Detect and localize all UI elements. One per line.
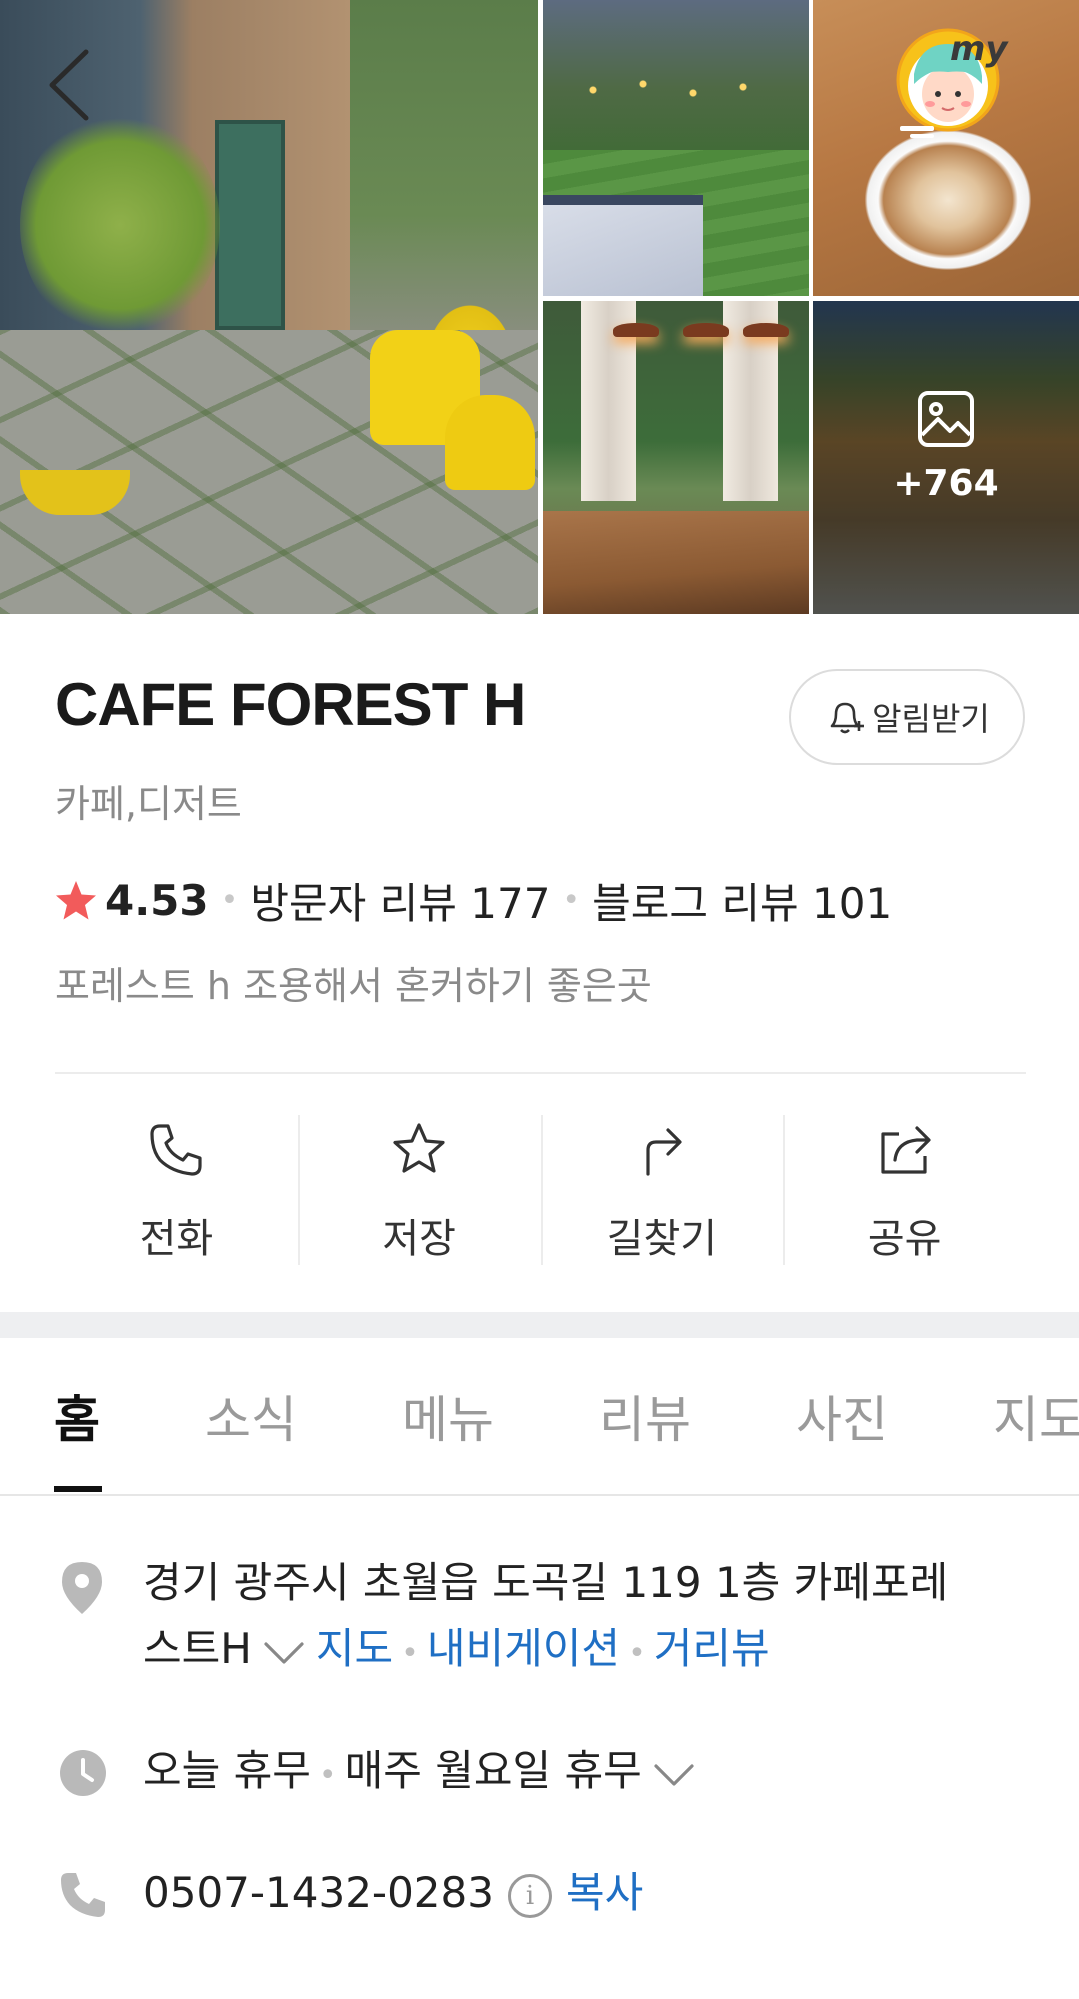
hours-detail: 매주 월요일 휴무: [344, 1746, 642, 1795]
hours-expand-button[interactable]: [652, 1741, 696, 1807]
place-tagline: 포레스트 h 조용해서 혼커하기 좋은곳: [55, 964, 652, 1008]
image-icon: [918, 391, 974, 447]
tab-map[interactable]: 지도: [993, 1380, 1079, 1452]
navigation-link[interactable]: 내비게이션: [427, 1624, 620, 1673]
place-name: CAFE FOREST H: [55, 671, 526, 738]
directions-icon: [646, 1128, 682, 1176]
star-filled-icon: [56, 880, 96, 919]
my-badge-text: my: [950, 29, 1009, 69]
copy-button[interactable]: 복사: [566, 1868, 643, 1917]
active-tab-indicator: [54, 1486, 102, 1492]
photo-lawn-evening[interactable]: [543, 0, 809, 296]
visitor-reviews-link[interactable]: 방문자 리뷰 177: [250, 870, 550, 931]
action-bar: 전화 저장 길찾기 공유: [55, 1110, 1026, 1270]
share-button[interactable]: 공유: [783, 1110, 1026, 1270]
address-expand-button[interactable]: [262, 1619, 306, 1685]
chevron-down-icon: [264, 1641, 304, 1664]
back-button[interactable]: [46, 40, 106, 130]
chevron-left-icon: [49, 49, 89, 121]
chevron-down-icon: [654, 1763, 694, 1786]
phone-icon: [150, 1124, 202, 1176]
place-category: 카페,디저트: [55, 782, 242, 826]
rating-score: 4.53: [105, 876, 209, 925]
rating-row: 4.53 • 방문자 리뷰 177 • 블로그 리뷰 101: [53, 870, 892, 931]
save-button[interactable]: 저장: [297, 1110, 541, 1270]
divider: [55, 1072, 1026, 1074]
tab-menu[interactable]: 메뉴: [402, 1380, 494, 1452]
section-separator: [0, 1312, 1079, 1338]
call-button[interactable]: 전화: [55, 1110, 298, 1270]
location-pin-icon: [62, 1562, 102, 1614]
bell-plus-icon: [830, 702, 865, 734]
star-icon: [393, 1123, 445, 1173]
blog-reviews-link[interactable]: 블로그 리뷰 101: [592, 870, 892, 931]
info-icon[interactable]: i: [507, 1873, 552, 1918]
directions-label: 길찾기: [606, 1216, 718, 1262]
save-label: 저장: [382, 1216, 456, 1262]
hours-status: 오늘 휴무: [143, 1746, 311, 1795]
avatar-icon: my: [896, 28, 1009, 138]
directions-button[interactable]: 길찾기: [540, 1110, 784, 1270]
phone-number[interactable]: 0507-1432-0283: [143, 1868, 494, 1917]
tab-home[interactable]: 홈: [54, 1380, 100, 1452]
phone-filled-icon: [61, 1873, 105, 1917]
share-icon: [881, 1126, 931, 1174]
more-photos-count: +764: [893, 463, 999, 504]
photo-more-button[interactable]: +764: [813, 301, 1079, 614]
address-line-2: 스트H: [143, 1624, 252, 1673]
photo-interior[interactable]: [543, 301, 809, 614]
call-label: 전화: [139, 1216, 214, 1262]
tab-reviews[interactable]: 리뷰: [599, 1380, 691, 1452]
streetview-link[interactable]: 거리뷰: [654, 1624, 770, 1673]
tab-photos[interactable]: 사진: [796, 1380, 888, 1452]
alert-button-label: 알림받기: [872, 700, 990, 738]
alert-button[interactable]: 알림받기: [789, 669, 1025, 765]
tab-bar: 홈 소식 메뉴 리뷰 사진 지도: [0, 1338, 1079, 1496]
address-line-1: 경기 광주시 초월읍 도곡길 119 1층 카페포레: [143, 1558, 949, 1607]
map-link[interactable]: 지도: [316, 1624, 393, 1673]
clock-icon: [60, 1750, 106, 1796]
tab-news[interactable]: 소식: [205, 1380, 297, 1452]
photo-gallery: +764 my: [0, 0, 1079, 614]
share-label: 공유: [867, 1216, 942, 1262]
my-profile-button[interactable]: my: [890, 14, 1040, 144]
